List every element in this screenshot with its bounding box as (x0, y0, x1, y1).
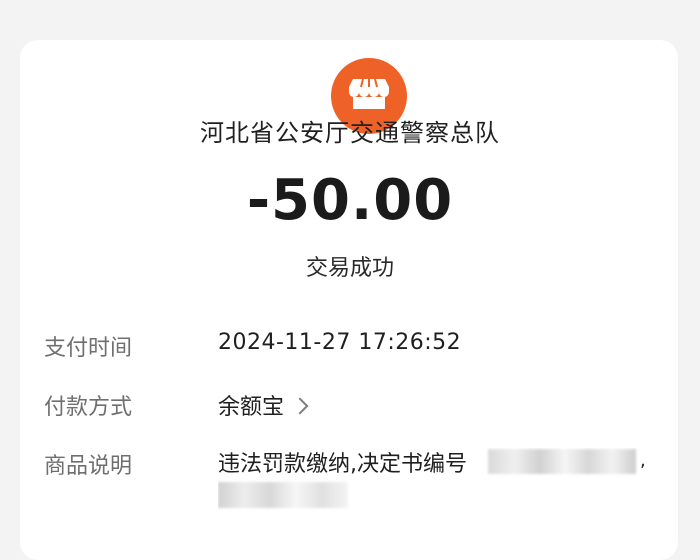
payment-method-link[interactable]: 余额宝 (218, 389, 309, 421)
payment-method-label: 付款方式 (44, 395, 133, 420)
payment-time-value: 2024-11-27 17:26:52 (218, 330, 462, 355)
transaction-amount: -50.00 (246, 168, 454, 233)
payment-method-value: 余额宝 (218, 395, 285, 420)
redaction-blur (488, 449, 636, 474)
product-description-row: 商品说明 违法罚款缴纳,决定书编号 , (0, 448, 700, 508)
product-description-value-wrap: 违法罚款缴纳,决定书编号 , (218, 448, 658, 528)
redaction-blur-second-line (218, 482, 348, 508)
payment-time-row: 支付时间 2024-11-27 17:26:52 (0, 330, 700, 368)
redaction-tail: , (640, 450, 646, 471)
product-description-label: 商品说明 (44, 454, 133, 479)
merchant-name: 河北省公安厅交通警察总队 (200, 119, 500, 147)
store-icon (347, 75, 391, 117)
payment-method-row[interactable]: 付款方式 余额宝 (0, 389, 700, 427)
transaction-status: 交易成功 (305, 256, 394, 281)
chevron-right-icon (291, 397, 309, 414)
payment-time-label: 支付时间 (44, 336, 133, 361)
